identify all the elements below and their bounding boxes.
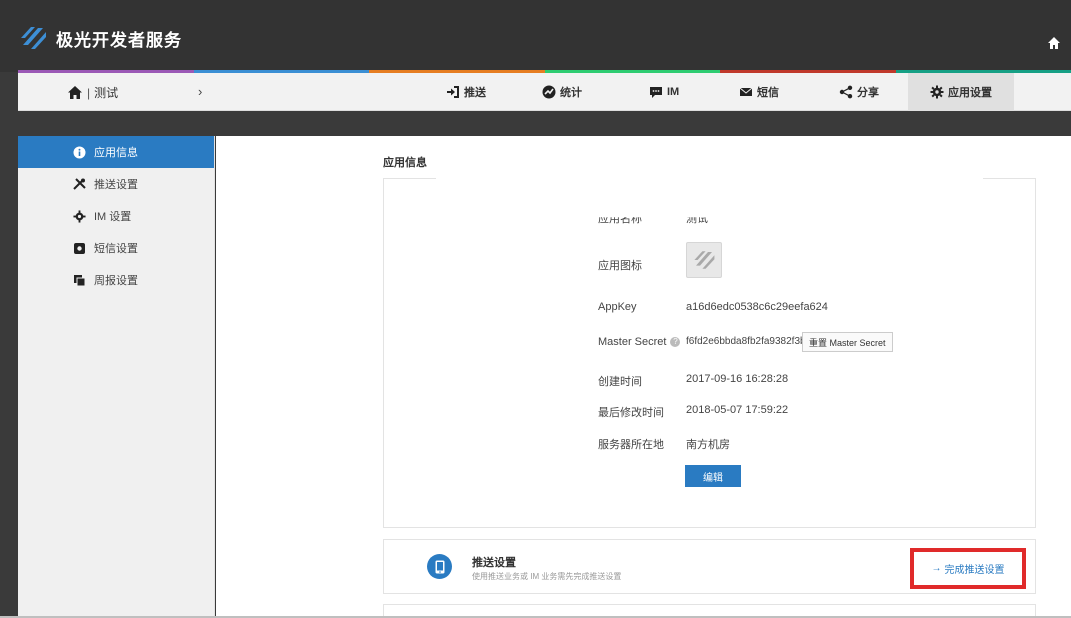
envelope-icon	[739, 87, 753, 96]
server-location-value: 南方机房	[686, 439, 730, 451]
edit-button[interactable]: 编辑	[685, 465, 741, 487]
server-location-label: 服务器所在地	[598, 439, 664, 451]
sidebar-item-label: 推送设置	[94, 179, 138, 191]
sidebar-item-label: 应用信息	[94, 147, 138, 159]
share-icon	[839, 85, 853, 99]
sms-icon	[74, 242, 85, 254]
brand-name: 极光开发者服务	[56, 30, 182, 50]
main-content: 应用信息 应用名称 测试 应用图标 AppKey a16d6edc0538c6c…	[216, 136, 1071, 618]
info-icon	[73, 146, 86, 158]
nav-tab-label: 推送	[464, 87, 486, 99]
tools-icon	[73, 177, 86, 190]
app-info-card: 应用名称 测试 应用图标 AppKey a16d6edc0538c6c29eef…	[383, 178, 1036, 528]
chat-icon	[650, 87, 662, 98]
app-icon-label: 应用图标	[598, 260, 642, 272]
sidebar-item-weekly-report[interactable]: 周报设置	[18, 264, 214, 296]
nav-tab-app-settings[interactable]: 应用设置	[908, 73, 1014, 111]
app-home-link[interactable]: | 测试	[68, 84, 118, 101]
created-time-label: 创建时间	[598, 376, 642, 388]
nav-tab-sms[interactable]: 短信	[739, 73, 779, 111]
nav-tab-label: 统计	[560, 87, 582, 99]
modified-time-value: 2018-05-07 17:59:22	[686, 404, 789, 416]
settings-sidebar: 应用信息 推送设置 IM 设置 短信设置 周报设置	[18, 136, 215, 618]
nav-tab-share[interactable]: 分享	[839, 73, 879, 111]
created-time-value: 2017-09-16 16:28:28	[686, 373, 789, 385]
home-icon	[68, 86, 82, 99]
gear-icon	[930, 85, 944, 99]
complete-push-settings-link[interactable]: → 完成推送设置	[910, 548, 1026, 589]
sign-in-icon	[447, 86, 459, 98]
app-switch-chevron[interactable]: ›	[198, 84, 202, 99]
sidebar-item-label: 短信设置	[94, 243, 138, 255]
master-secret-label: Master Secret	[598, 336, 667, 348]
modified-time-label: 最后修改时间	[598, 407, 664, 419]
card-border-left	[384, 178, 436, 179]
help-icon[interactable]: ?	[670, 337, 681, 348]
arrow-right-icon: →	[931, 563, 942, 574]
appkey-label: AppKey	[598, 301, 637, 313]
reset-master-secret-button[interactable]: 重置 Master Secret	[802, 332, 893, 352]
phone-icon	[435, 560, 444, 573]
jiguang-logo-icon	[694, 251, 715, 269]
phone-icon-badge	[427, 554, 452, 579]
top-header: 极光开发者服务	[0, 0, 1071, 72]
chart-icon	[542, 85, 556, 99]
nav-tab-stats[interactable]: 统计	[542, 73, 582, 111]
nav-tab-label: 分享	[857, 87, 879, 99]
content-gap	[18, 112, 1071, 136]
push-settings-description: 使用推送业务或 IM 业务需先完成推送设置	[472, 572, 622, 581]
current-app-name: 测试	[94, 86, 119, 100]
home-icon[interactable]	[1047, 36, 1061, 50]
sidebar-item-app-info[interactable]: 应用信息	[18, 136, 214, 168]
nav-tab-label: 短信	[757, 87, 779, 99]
nav-tab-im[interactable]: IM	[649, 73, 679, 111]
app-name-value: 测试	[686, 213, 708, 225]
brand-logo[interactable]: 极光开发者服务	[18, 23, 182, 53]
master-secret-label-wrap: Master Secret?	[598, 336, 681, 348]
sidebar-item-sms-settings[interactable]: 短信设置	[18, 232, 214, 264]
nav-tab-label: 应用设置	[948, 87, 992, 99]
sidebar-item-push-settings[interactable]: 推送设置	[18, 168, 214, 200]
push-settings-card: 推送设置 使用推送业务或 IM 业务需先完成推送设置 → 完成推送设置	[383, 539, 1036, 594]
push-settings-title: 推送设置	[472, 557, 516, 569]
nav-tab-push[interactable]: 推送	[446, 73, 486, 111]
sidebar-item-im-settings[interactable]: IM 设置	[18, 200, 214, 232]
master-secret-value: f6fd2e6bbda8fb2fa9382f3b	[686, 336, 806, 347]
app-name-label: 应用名称	[598, 213, 642, 225]
page-title: 应用信息	[383, 157, 427, 169]
sidebar-item-label: 周报设置	[94, 275, 138, 287]
gear-icon	[73, 209, 86, 223]
nav-tab-label: IM	[667, 86, 680, 98]
app-icon-preview	[686, 242, 722, 278]
nav-separator: |	[87, 85, 91, 100]
app-navbar: | 测试 › 推送 统计 IM 短信 分享 应用设置	[18, 73, 1071, 111]
sidebar-item-label: IM 设置	[94, 211, 132, 223]
report-icon	[74, 274, 86, 286]
appkey-value: a16d6edc0538c6c29eefa624	[686, 301, 828, 313]
jiguang-logo-icon	[21, 27, 46, 49]
complete-push-settings-label: 完成推送设置	[944, 565, 1005, 576]
card-border-right	[983, 178, 1035, 179]
